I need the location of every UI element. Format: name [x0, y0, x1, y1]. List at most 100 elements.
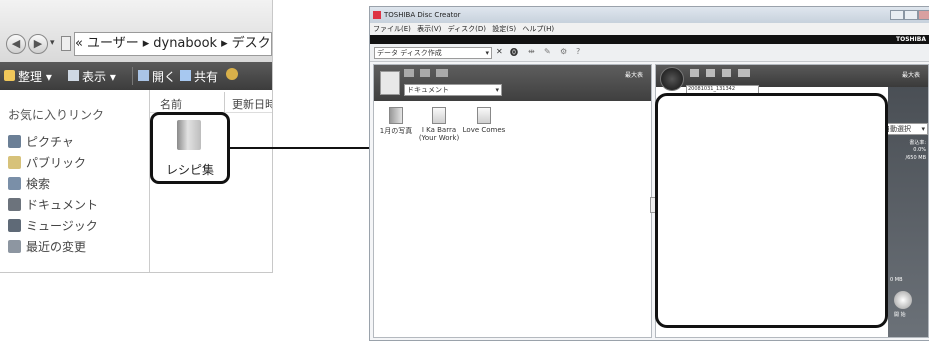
- column-divider[interactable]: [224, 92, 225, 112]
- up-folder-icon[interactable]: [404, 69, 414, 77]
- sidebar-item-public[interactable]: パブリック: [26, 154, 86, 171]
- eject-icon[interactable]: ✕: [496, 47, 503, 56]
- file-name: 1月の写真: [379, 127, 413, 135]
- capacity-percent: 0.0%: [913, 147, 926, 153]
- search-icon: [8, 177, 21, 190]
- new-folder-icon[interactable]: [420, 69, 430, 77]
- sidebar-item-documents[interactable]: ドキュメント: [26, 196, 98, 213]
- menu-file[interactable]: ファイル(E): [373, 25, 411, 33]
- view-icon: [68, 70, 79, 81]
- folder-select-value: ドキュメント: [407, 86, 449, 94]
- split-icon[interactable]: ⇹: [528, 47, 535, 56]
- chevron-down-icon: ▾: [485, 49, 489, 57]
- file-item[interactable]: Love Comes: [462, 107, 506, 134]
- menu-disc[interactable]: ディスク(D): [448, 25, 486, 33]
- close-button[interactable]: [918, 10, 929, 20]
- music-file-icon: [477, 107, 491, 124]
- file-name: I Ka Barra: [421, 126, 457, 134]
- start-button[interactable]: 開 始: [894, 311, 906, 318]
- open-icon: [138, 70, 149, 81]
- app-icon: [373, 11, 381, 19]
- source-pane-header: 最大表 ドキュメント ▾: [374, 65, 651, 101]
- settings-icon[interactable]: ⚙: [560, 47, 567, 56]
- disc-icon: [660, 67, 684, 91]
- disc-pane-label: 最大表: [901, 72, 920, 79]
- recent-changes-icon: [8, 240, 21, 253]
- view-button[interactable]: 表示 ▾: [82, 68, 116, 85]
- menu-bar: ファイル(E) 表示(V) ディスク(D) 設定(S) ヘルプ(H): [370, 23, 929, 35]
- explorer-window: ◀ ▶ ▾ «ユーザー ▸ dynabook ▸ デスク 整理 ▾ 表示 ▾ 開く 共有…: [0, 0, 273, 273]
- source-pane: 最大表 ドキュメント ▾ 1月の写真 I Ka Barra (Your Work)…: [373, 64, 652, 338]
- share-button[interactable]: 共有: [194, 68, 218, 85]
- window-title: TOSHIBA Disc Creator: [384, 11, 461, 19]
- tools-icon[interactable]: ✎: [544, 47, 551, 56]
- history-dropdown-icon[interactable]: ▾: [50, 38, 55, 48]
- maximize-button[interactable]: [904, 10, 918, 20]
- start-icon: [894, 291, 912, 309]
- address-bar-area: ◀ ▶ ▾ «ユーザー ▸ dynabook ▸ デスク: [0, 0, 272, 63]
- crumb-sep: ▸: [221, 36, 228, 51]
- size-marker: 0 MB: [890, 277, 903, 283]
- highlighted-folder[interactable]: レシピ集: [150, 112, 230, 184]
- chevron-down-icon: ▾: [921, 125, 925, 133]
- brand-strip: TOSHIBA: [370, 35, 929, 44]
- source-pane-label: 最大表: [624, 72, 643, 79]
- crumb-desktop[interactable]: デスク: [232, 36, 271, 51]
- organize-button[interactable]: 整理 ▾: [18, 68, 52, 85]
- brand-logo: TOSHIBA: [896, 36, 926, 43]
- view-mode-icon[interactable]: [738, 69, 750, 77]
- up-folder-icon[interactable]: [706, 69, 715, 77]
- location-icon: [61, 36, 71, 51]
- file-name: Love Comes: [462, 126, 506, 134]
- chevron-down-icon: ▾: [495, 86, 499, 94]
- main-toolbar: データ ディスク作成 ▾ ✕ ⓿ ⇹ ✎ ⚙ ?: [370, 44, 929, 62]
- capacity-label: 書込率:: [909, 140, 926, 146]
- sidebar-item-recent[interactable]: 最近の変更: [26, 238, 86, 255]
- capacity-total: /650 MB: [905, 155, 926, 161]
- crumb-dynabook[interactable]: dynabook: [153, 36, 217, 51]
- sidebar-item-music[interactable]: ミュージック: [26, 217, 98, 234]
- name-column-header[interactable]: 名前: [160, 96, 182, 112]
- menu-view[interactable]: 表示(V): [417, 25, 441, 33]
- forward-button[interactable]: ▶: [28, 34, 48, 54]
- burn-icon[interactable]: [226, 68, 238, 80]
- organize-icon: [4, 70, 15, 81]
- favorites-heading: お気に入りリンク: [8, 108, 105, 122]
- explorer-toolbar: 整理 ▾ 表示 ▾ 開く 共有: [0, 62, 272, 90]
- sidebar-item-pictures[interactable]: ピクチャ: [26, 133, 74, 150]
- file-item[interactable]: 1月の写真: [378, 107, 414, 136]
- crumb-overflow[interactable]: «: [75, 36, 83, 51]
- address-field[interactable]: «ユーザー ▸ dynabook ▸ デスク: [74, 32, 272, 56]
- disc-drop-area-highlight[interactable]: [655, 93, 888, 328]
- toolbar-divider: [132, 67, 133, 85]
- back-button[interactable]: ◀: [6, 34, 26, 54]
- folder-label: レシピ集: [165, 163, 214, 177]
- view-mode-icon[interactable]: [436, 69, 448, 77]
- music-icon: [8, 219, 21, 232]
- capacity-panel: 自動選択 ▾ 書込率: 0.0% /650 MB 0 MB 開 始: [880, 87, 928, 337]
- documents-icon: [8, 198, 21, 211]
- eject-disc-icon[interactable]: [690, 69, 699, 77]
- disc-pane-header: 最大表: [656, 65, 928, 91]
- folder-select[interactable]: ドキュメント ▾: [404, 84, 502, 96]
- folder-icon: [177, 120, 201, 150]
- info-icon[interactable]: ⓿: [510, 47, 518, 58]
- crumb-users[interactable]: ユーザー: [87, 36, 139, 51]
- source-folder-icon: [380, 71, 400, 95]
- pictures-icon: [8, 135, 21, 148]
- minimize-button[interactable]: [890, 10, 904, 20]
- mode-select[interactable]: データ ディスク作成 ▾: [374, 47, 492, 59]
- public-folder-icon: [8, 156, 21, 169]
- share-icon: [180, 70, 191, 81]
- new-folder-icon[interactable]: [722, 69, 731, 77]
- help-icon[interactable]: ?: [576, 47, 580, 56]
- title-bar: TOSHIBA Disc Creator: [370, 7, 929, 23]
- menu-settings[interactable]: 設定(S): [492, 25, 516, 33]
- modified-column-header[interactable]: 更新日時: [232, 96, 272, 112]
- mode-select-value: データ ディスク作成: [377, 49, 442, 57]
- sidebar-item-search[interactable]: 検索: [26, 175, 50, 192]
- menu-help[interactable]: ヘルプ(H): [522, 25, 554, 33]
- file-subtitle: (Your Work): [418, 134, 460, 142]
- open-button[interactable]: 開く: [152, 68, 176, 85]
- file-item[interactable]: I Ka Barra (Your Work): [418, 107, 460, 142]
